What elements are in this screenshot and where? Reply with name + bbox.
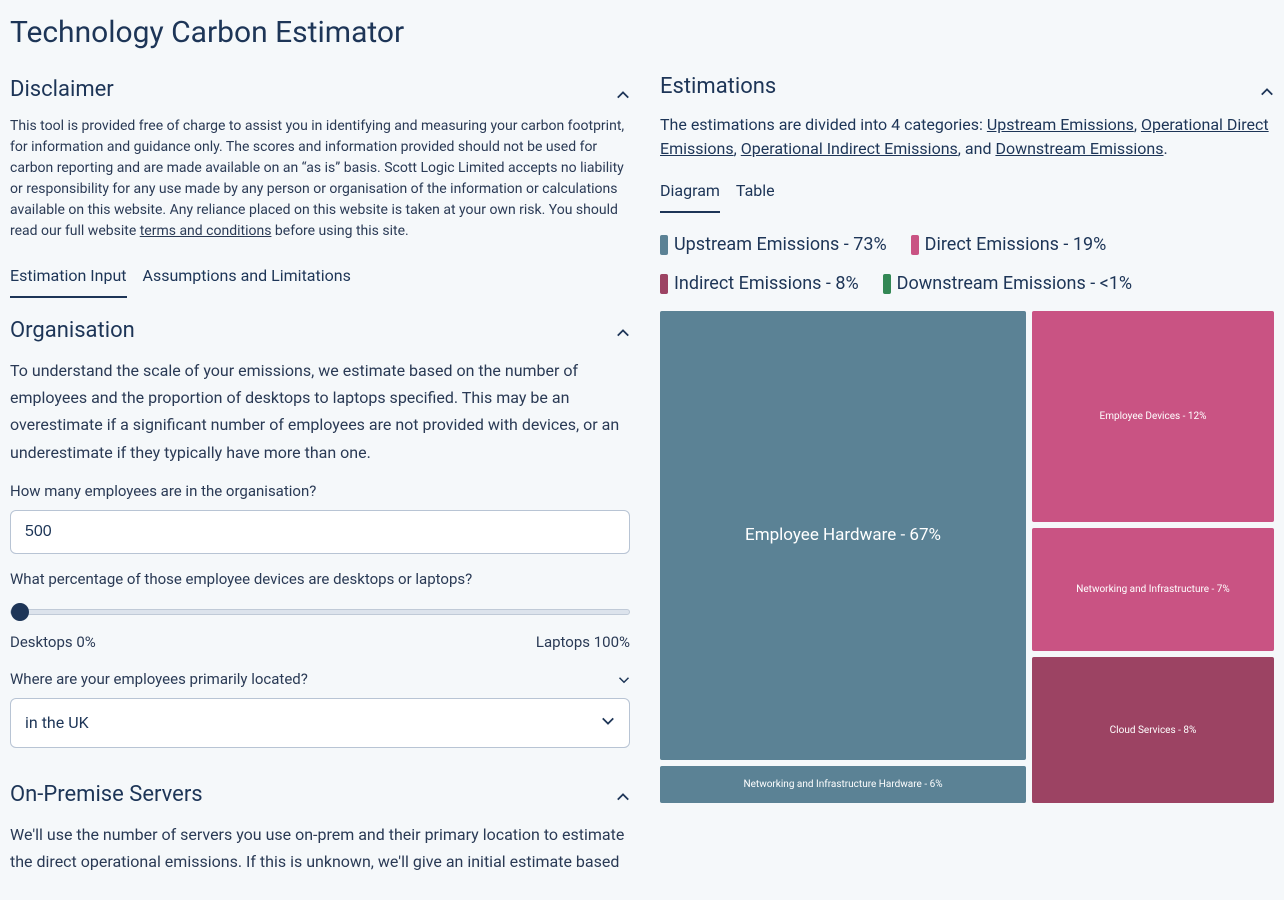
treemap-block-networking-infra[interactable]: Networking and Infrastructure - 7% (1032, 528, 1274, 651)
chevron-up-icon (1260, 85, 1274, 99)
slider-right-label: Laptops 100% (536, 631, 630, 654)
legend: Upstream Emissions - 73% Direct Emission… (660, 231, 1274, 297)
slider-left-label: Desktops 0% (10, 631, 96, 654)
organisation-heading: Organisation (10, 314, 135, 347)
view-tabs: Diagram Table (660, 171, 1274, 213)
device-pct-slider[interactable] (10, 609, 630, 615)
swatch-icon (660, 235, 668, 255)
legend-upstream: Upstream Emissions - 73% (660, 231, 887, 258)
tab-table[interactable]: Table (736, 171, 775, 213)
onprem-heading: On-Premise Servers (10, 778, 203, 811)
swatch-icon (883, 274, 891, 294)
treemap-block-networking-hw[interactable]: Networking and Infrastructure Hardware -… (660, 766, 1026, 803)
link-upstream[interactable]: Upstream Emissions (987, 115, 1134, 134)
legend-downstream: Downstream Emissions - <1% (883, 270, 1132, 297)
tab-diagram[interactable]: Diagram (660, 171, 720, 213)
chevron-up-icon (616, 326, 630, 340)
device-pct-label: What percentage of those employee device… (10, 568, 630, 591)
employees-label: How many employees are in the organisati… (10, 480, 630, 503)
estimations-header[interactable]: Estimations (660, 70, 1274, 113)
estimations-intro: The estimations are divided into 4 categ… (660, 113, 1274, 161)
onprem-desc: We'll use the number of servers you use … (10, 821, 630, 875)
link-indirect[interactable]: Operational Indirect Emissions (741, 139, 958, 158)
swatch-icon (911, 235, 919, 255)
employees-input[interactable] (10, 510, 630, 554)
onprem-header[interactable]: On-Premise Servers (10, 772, 630, 821)
treemap-block-employee-devices[interactable]: Employee Devices - 12% (1032, 311, 1274, 522)
tab-assumptions[interactable]: Assumptions and Limitations (143, 256, 351, 298)
disclaimer-header[interactable]: Disclaimer (10, 73, 630, 116)
location-label: Where are your employees primarily locat… (10, 668, 308, 691)
chevron-down-icon (601, 711, 615, 735)
link-downstream[interactable]: Downstream Emissions (995, 139, 1163, 158)
chevron-up-icon (616, 88, 630, 102)
terms-link[interactable]: terms and conditions (140, 223, 272, 239)
legend-direct: Direct Emissions - 19% (911, 231, 1107, 258)
location-value: in the UK (25, 711, 89, 735)
treemap-chart: Employee Hardware - 67% Networking and I… (660, 311, 1274, 803)
chevron-up-icon (616, 790, 630, 804)
left-tabs: Estimation Input Assumptions and Limitat… (10, 256, 630, 298)
organisation-header[interactable]: Organisation (10, 308, 630, 357)
tab-estimation-input[interactable]: Estimation Input (10, 256, 127, 298)
disclaimer-text: This tool is provided free of charge to … (10, 116, 630, 242)
swatch-icon (660, 274, 668, 294)
estimations-heading: Estimations (660, 70, 776, 103)
page-title: Technology Carbon Estimator (10, 10, 630, 55)
organisation-desc: To understand the scale of your emission… (10, 357, 630, 466)
treemap-block-cloud[interactable]: Cloud Services - 8% (1032, 657, 1274, 803)
disclaimer-heading: Disclaimer (10, 73, 114, 106)
chevron-down-icon[interactable] (618, 670, 630, 682)
legend-indirect: Indirect Emissions - 8% (660, 270, 859, 297)
treemap-block-employee-hardware[interactable]: Employee Hardware - 67% (660, 311, 1026, 760)
location-select[interactable]: in the UK (10, 698, 630, 748)
